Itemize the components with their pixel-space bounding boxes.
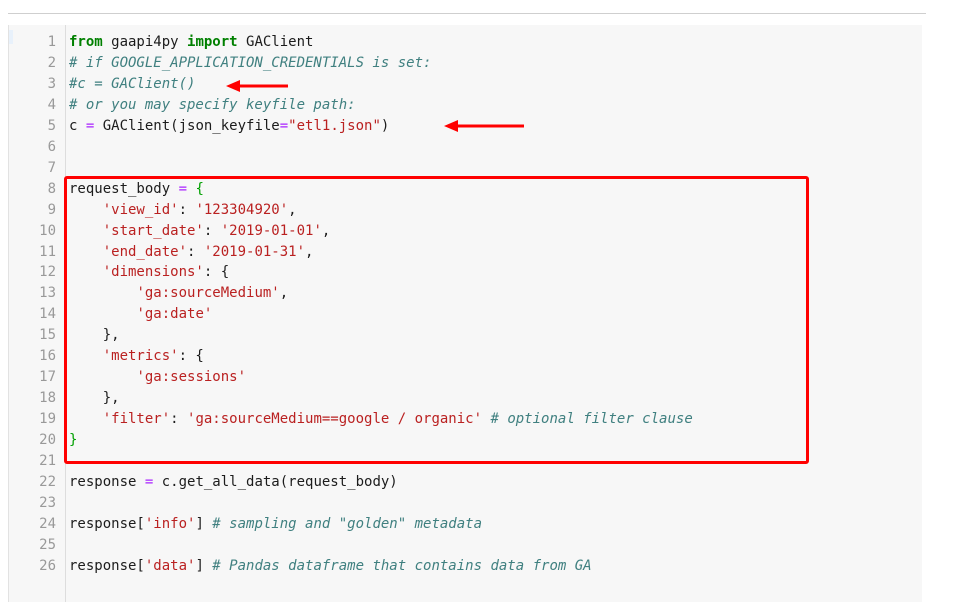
line-number: 22 <box>39 473 56 490</box>
code-token: = <box>279 117 289 134</box>
line-number: 5 <box>47 117 56 134</box>
code-line[interactable]: 4 # or you may specify keyfile path: <box>9 96 922 114</box>
code-line[interactable]: 1 from gaapi4py import GAClient <box>9 33 922 51</box>
code-token: c <box>69 117 86 134</box>
line-number: 8 <box>47 180 56 197</box>
line-number: 21 <box>39 453 56 469</box>
code-token: response <box>69 473 145 490</box>
code-text[interactable]: # or you may specify keyfile path: <box>69 96 356 114</box>
code-token: 'info' <box>144 515 196 532</box>
code-text[interactable]: c = GAClient(json_keyfile="etl1.json") <box>69 117 389 135</box>
line-number: 25 <box>39 536 56 553</box>
line-number: 3 <box>47 75 56 92</box>
code-token: ] <box>195 557 213 574</box>
line-number: 7 <box>47 159 56 176</box>
code-token: import <box>187 34 238 50</box>
code-token: # if GOOGLE_APPLICATION_CREDENTIALS is s… <box>69 54 432 71</box>
code-line[interactable]: 22 response = c.get_all_data(request_body… <box>9 473 922 491</box>
code-token: response[ <box>69 557 145 574</box>
code-line[interactable]: 2 # if GOOGLE_APPLICATION_CREDENTIALS is … <box>9 54 922 72</box>
code-text[interactable]: response['data'] # Pandas dataframe that… <box>69 557 592 575</box>
code-token: # or you may specify keyfile path: <box>69 96 356 113</box>
code-token: response[ <box>69 515 145 532</box>
line-number: 15 <box>39 327 56 344</box>
line-number: 1 <box>47 34 56 50</box>
code-text[interactable]: response['info'] # sampling and "golden"… <box>69 515 482 533</box>
code-token: 'data' <box>144 557 196 574</box>
line-number: 6 <box>47 138 56 155</box>
line-number: 10 <box>39 222 56 239</box>
code-line[interactable]: 23 <box>9 494 922 512</box>
request-body-highlight-box <box>64 176 809 464</box>
line-number: 17 <box>39 369 56 386</box>
code-token: #c = GAClient() <box>69 75 196 92</box>
code-text[interactable]: #c = GAClient() <box>69 75 195 93</box>
code-token: c.get_all_data(request_body) <box>153 473 398 490</box>
code-text[interactable]: # if GOOGLE_APPLICATION_CREDENTIALS is s… <box>69 54 431 72</box>
line-number: 26 <box>39 557 56 574</box>
code-line[interactable]: 26 response['data'] # Pandas dataframe th… <box>9 557 922 575</box>
top-divider <box>8 13 926 14</box>
code-text[interactable]: from gaapi4py import GAClient <box>69 33 313 51</box>
code-token: gaapi4py <box>102 34 188 50</box>
line-number: 4 <box>47 96 56 113</box>
line-number: 19 <box>39 411 56 428</box>
code-line[interactable]: 7 <box>9 159 922 177</box>
line-number: 11 <box>39 243 56 260</box>
code-token: # sampling and "golden" metadata <box>212 515 483 532</box>
code-line[interactable]: 25 <box>9 536 922 554</box>
line-number: 14 <box>39 306 56 323</box>
line-number: 13 <box>39 285 56 302</box>
line-number: 18 <box>39 390 56 407</box>
code-token: # Pandas dataframe that contains data fr… <box>212 557 592 574</box>
code-line[interactable]: 3 #c = GAClient() <box>9 75 922 93</box>
code-token: ] <box>195 515 213 532</box>
line-number: 23 <box>39 494 56 511</box>
line-number: 2 <box>47 54 56 71</box>
code-line[interactable]: 6 <box>9 138 922 156</box>
line-number: 16 <box>39 348 56 365</box>
code-token: from <box>69 34 103 50</box>
line-number: 20 <box>39 432 56 449</box>
code-token: ) <box>380 117 390 134</box>
arrow-annotation-line-5 <box>444 118 526 134</box>
line-number: 24 <box>39 515 56 532</box>
code-text[interactable]: response = c.get_all_data(request_body) <box>69 473 398 491</box>
code-token: GAClient <box>237 34 314 50</box>
line-number: 12 <box>39 264 56 281</box>
code-line[interactable]: 24 response['info'] # sampling and "golde… <box>9 515 922 533</box>
line-number: 9 <box>47 201 56 218</box>
arrow-annotation-line-3 <box>226 78 290 94</box>
code-token: GAClient(json_keyfile <box>94 117 280 134</box>
code-token: "etl1.json" <box>288 117 381 134</box>
